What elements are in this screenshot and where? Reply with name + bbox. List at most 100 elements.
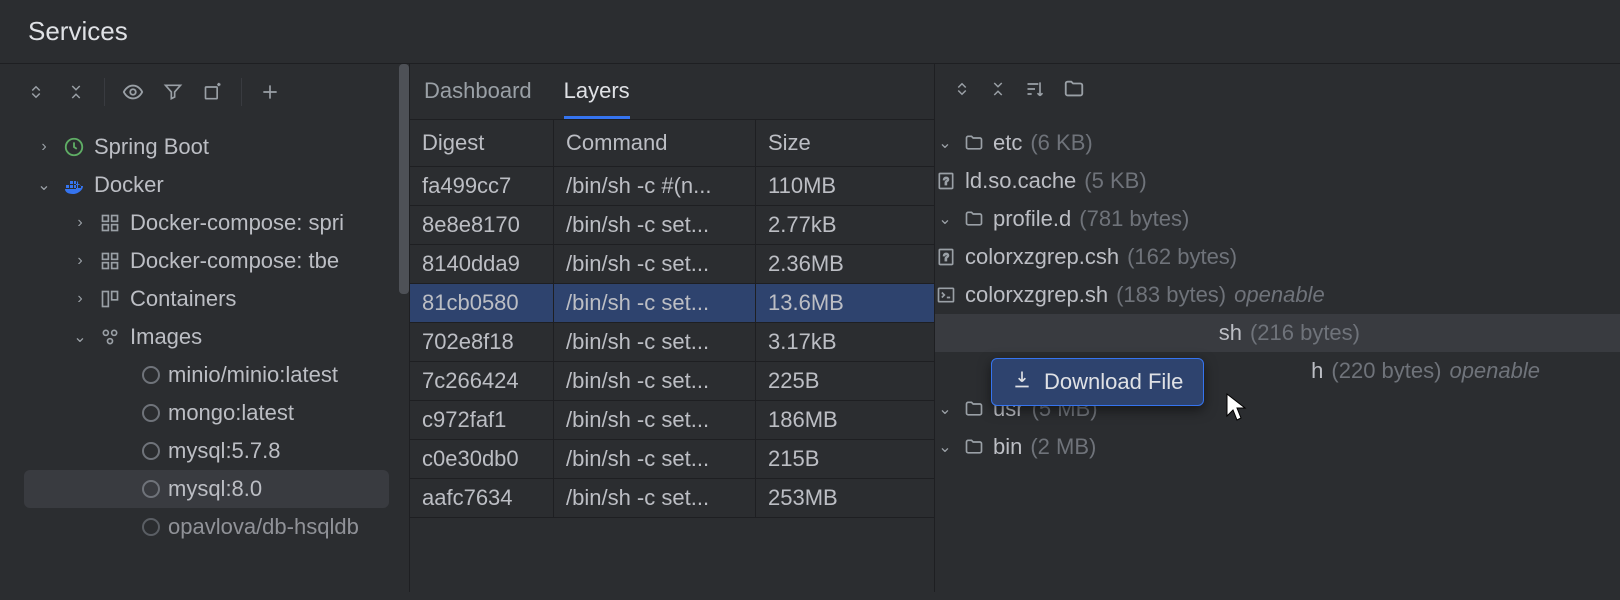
- cell-digest: fa499cc7: [410, 167, 554, 206]
- svg-text:?: ?: [943, 252, 949, 263]
- panel-title: Services: [0, 0, 1620, 64]
- table-row[interactable]: 702e8f18/bin/sh -c set...3.17kB: [410, 323, 934, 362]
- separator: [241, 78, 242, 106]
- filter-icon[interactable]: [157, 76, 189, 108]
- separator: [104, 78, 105, 106]
- tab-layers[interactable]: Layers: [564, 78, 630, 119]
- file-name: profile.d: [993, 206, 1071, 232]
- tree-node-image[interactable]: mysql:5.7.8: [0, 432, 409, 470]
- folder-icon: [963, 398, 985, 420]
- services-tree: › Spring Boot ⌄ Docker › Docker-compose:…: [0, 124, 409, 550]
- collapse-all-icon[interactable]: [60, 76, 92, 108]
- file-size: (6 KB): [1030, 130, 1092, 156]
- chevron-right-icon: ›: [70, 290, 90, 308]
- file-ld-so-cache[interactable]: ? ld.so.cache (5 KB): [935, 162, 1620, 200]
- cell-digest: c972faf1: [410, 401, 554, 440]
- file-name: h: [1311, 358, 1323, 384]
- chevron-right-icon: ›: [34, 138, 54, 156]
- file-name: etc: [993, 130, 1022, 156]
- compose-icon: [98, 211, 122, 235]
- expand-collapse-icon[interactable]: [20, 76, 52, 108]
- shell-file-icon: [935, 284, 957, 306]
- new-window-icon[interactable]: [197, 76, 229, 108]
- cell-digest: 702e8f18: [410, 323, 554, 362]
- openable-badge: openable: [1234, 282, 1325, 308]
- file-name: ld.so.cache: [965, 168, 1076, 194]
- sort-icon[interactable]: [1025, 79, 1045, 105]
- col-command[interactable]: Command: [554, 120, 756, 167]
- file-size: (2 MB): [1030, 434, 1096, 460]
- compose-icon: [98, 249, 122, 273]
- table-row[interactable]: 7c266424/bin/sh -c set...225B: [410, 362, 934, 401]
- services-sidebar: › Spring Boot ⌄ Docker › Docker-compose:…: [0, 64, 410, 592]
- cell-digest: 81cb0580: [410, 284, 554, 323]
- tree-node-image[interactable]: minio/minio:latest: [0, 356, 409, 394]
- image-status-icon: [142, 366, 160, 384]
- folder-bin[interactable]: ⌄ bin (2 MB): [935, 428, 1620, 466]
- col-size[interactable]: Size: [756, 120, 934, 167]
- node-label: mysql:8.0: [168, 476, 262, 502]
- spring-boot-icon: [62, 135, 86, 159]
- file-selected-sh[interactable]: sh (216 bytes): [935, 314, 1620, 352]
- add-icon[interactable]: [254, 76, 286, 108]
- file-colorxzgrep-csh[interactable]: ? colorxzgrep.csh (162 bytes): [935, 238, 1620, 276]
- node-label: Containers: [130, 286, 236, 312]
- folder-icon: [963, 436, 985, 458]
- collapse-all-icon[interactable]: [989, 80, 1007, 104]
- col-digest[interactable]: Digest: [410, 120, 554, 167]
- scrollbar[interactable]: [399, 64, 409, 294]
- cell-size: 215B: [756, 440, 934, 479]
- table-row[interactable]: fa499cc7/bin/sh -c #(n...110MB: [410, 167, 934, 206]
- tree-node-image[interactable]: mongo:latest: [0, 394, 409, 432]
- tree-node-spring-boot[interactable]: › Spring Boot: [0, 128, 409, 166]
- table-row[interactable]: c972faf1/bin/sh -c set...186MB: [410, 401, 934, 440]
- tree-node-containers[interactable]: › Containers: [0, 280, 409, 318]
- chevron-down-icon: ⌄: [935, 399, 955, 419]
- chevron-right-icon: ›: [70, 214, 90, 232]
- folder-icon[interactable]: [1063, 78, 1085, 106]
- node-label: mongo:latest: [168, 400, 294, 426]
- view-icon[interactable]: [117, 76, 149, 108]
- node-label: mysql:5.7.8: [168, 438, 281, 464]
- download-icon: [1012, 369, 1032, 395]
- tree-node-compose-spri[interactable]: › Docker-compose: spri: [0, 204, 409, 242]
- folder-profile-d[interactable]: ⌄ profile.d (781 bytes): [935, 200, 1620, 238]
- file-tree: ⌄ etc (6 KB) ? ld.so.cache (5 KB) ⌄ pr: [935, 124, 1620, 466]
- unknown-file-icon: ?: [935, 246, 957, 268]
- node-label: Spring Boot: [94, 134, 209, 160]
- cell-digest: aafc7634: [410, 479, 554, 518]
- node-label: Images: [130, 324, 202, 350]
- mouse-cursor: [1225, 392, 1249, 430]
- folder-etc[interactable]: ⌄ etc (6 KB): [935, 124, 1620, 162]
- node-label: opavlova/db-hsqldb: [168, 514, 359, 540]
- tree-node-compose-tbe[interactable]: › Docker-compose: tbe: [0, 242, 409, 280]
- tab-dashboard[interactable]: Dashboard: [424, 78, 532, 119]
- file-toolbar: [935, 64, 1620, 124]
- cell-size: 186MB: [756, 401, 934, 440]
- tree-node-image[interactable]: opavlova/db-hsqldb: [0, 508, 409, 546]
- file-size: (220 bytes): [1331, 358, 1441, 384]
- image-status-icon: [142, 442, 160, 460]
- context-menu-download-file[interactable]: Download File: [991, 358, 1204, 406]
- table-row[interactable]: 8e8e8170/bin/sh -c set...2.77kB: [410, 206, 934, 245]
- cell-command: /bin/sh -c set...: [554, 323, 756, 362]
- table-row[interactable]: c0e30db0/bin/sh -c set...215B: [410, 440, 934, 479]
- expand-collapse-icon[interactable]: [953, 80, 971, 104]
- chevron-down-icon: ⌄: [935, 133, 955, 153]
- table-row[interactable]: aafc7634/bin/sh -c set...253MB: [410, 479, 934, 518]
- tree-node-image-selected[interactable]: mysql:8.0: [24, 470, 389, 508]
- images-icon: [98, 325, 122, 349]
- cell-command: /bin/sh -c set...: [554, 362, 756, 401]
- file-colorxzgrep-sh[interactable]: colorxzgrep.sh (183 bytes) openable: [935, 276, 1620, 314]
- table-row[interactable]: 81cb0580/bin/sh -c set...13.6MB: [410, 284, 934, 323]
- tree-node-docker[interactable]: ⌄ Docker: [0, 166, 409, 204]
- cell-size: 2.36MB: [756, 245, 934, 284]
- main-container: › Spring Boot ⌄ Docker › Docker-compose:…: [0, 64, 1620, 592]
- cell-command: /bin/sh -c #(n...: [554, 167, 756, 206]
- cell-size: 253MB: [756, 479, 934, 518]
- table-row[interactable]: 8140dda9/bin/sh -c set...2.36MB: [410, 245, 934, 284]
- table-header: Digest Command Size: [410, 120, 934, 167]
- image-status-icon: [142, 518, 160, 536]
- tree-node-images[interactable]: ⌄ Images: [0, 318, 409, 356]
- file-name: colorxzgrep.sh: [965, 282, 1108, 308]
